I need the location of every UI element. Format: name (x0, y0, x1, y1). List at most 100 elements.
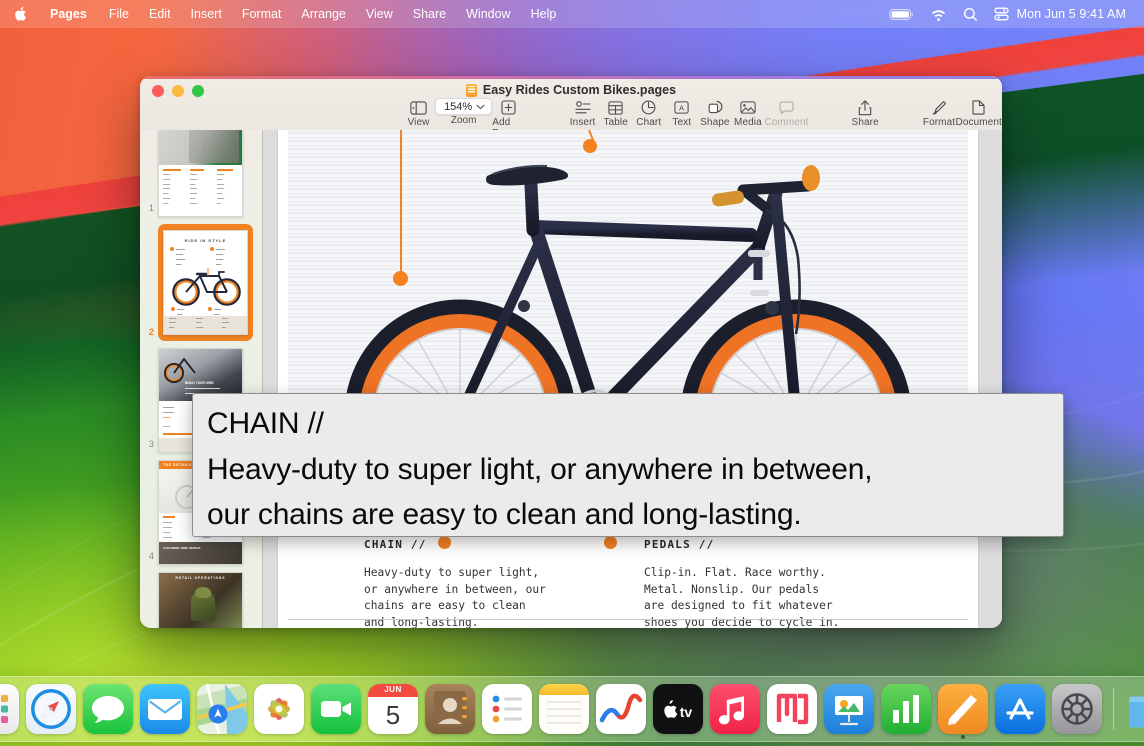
photos-icon[interactable] (254, 684, 304, 734)
thumbnail-page-2[interactable]: 2 RIDE IN STYLE ▬▬▬▬▬▬▬▬▬▬▬▬▬▬▬▬▬ ▬▬▬▬▬▬… (140, 224, 262, 341)
dock-item-facetime[interactable] (310, 684, 362, 734)
dock-item-news[interactable] (766, 684, 818, 734)
stocks-icon[interactable] (596, 684, 646, 734)
svg-text:A: A (679, 103, 685, 112)
pages-icon[interactable] (938, 684, 988, 734)
sidebar-panel-icon (410, 99, 427, 116)
calendar-icon[interactable]: JUN 5 (368, 684, 418, 734)
safari-icon[interactable] (26, 684, 76, 734)
toolbar-media-button[interactable]: Media (731, 98, 764, 128)
thumbnail-page-5[interactable]: 5 RETAIL OPERATIONS "▬▬▬▬▬▬▬▬▬,▬▬▬▬▬▬▬▬▬… (140, 572, 262, 628)
music-icon[interactable] (710, 684, 760, 734)
dock-item-reminders[interactable] (481, 684, 533, 734)
facetime-icon[interactable] (311, 684, 361, 734)
document-canvas[interactable]: CHAIN // Heavy-duty to super light, or a… (262, 130, 1002, 628)
menu-item-insert[interactable]: Insert (181, 0, 232, 28)
dock-item-downloads[interactable] (1124, 684, 1144, 734)
toolbar-zoom-control[interactable]: 154% Zoom (435, 98, 492, 126)
thumbnail-card[interactable]: BIKES CUSTOM BUILT ▬▬▬▬▬▬▬▬▬▬▬▬▬▬▬▬▬▬▬▬▬… (158, 130, 243, 217)
wifi-icon[interactable] (922, 0, 955, 28)
pages-toolbar: View 154% Zoom Add Page (140, 98, 1002, 130)
menu-item-file[interactable]: File (99, 0, 139, 28)
apple-logo-icon[interactable] (0, 6, 40, 22)
control-center-icon[interactable] (986, 0, 1017, 28)
dock-item-keynote[interactable] (823, 684, 875, 734)
launchpad-icon[interactable] (0, 684, 19, 734)
toolbar-comment-button[interactable]: Comment (764, 98, 808, 128)
toolbar-document-button[interactable]: Document (956, 98, 1002, 128)
toolbar-shape-button[interactable]: Shape (698, 98, 731, 128)
thumbnail-card[interactable]: RETAIL OPERATIONS "▬▬▬▬▬▬▬▬▬,▬▬▬▬▬▬▬▬▬▬▬… (158, 572, 243, 628)
app-store-icon[interactable] (995, 684, 1045, 734)
contacts-icon[interactable] (425, 684, 475, 734)
menubar-clock[interactable]: Mon Jun 5 9:41 AM (1017, 7, 1134, 21)
news-icon[interactable] (767, 684, 817, 734)
dock-item-numbers[interactable] (880, 684, 932, 734)
menu-item-view[interactable]: View (356, 0, 403, 28)
battery-icon[interactable] (881, 0, 922, 28)
pages-window: Easy Rides Custom Bikes.pages View 154% … (140, 76, 1002, 628)
toolbar-insert-button[interactable]: Insert (566, 98, 599, 128)
toolbar-view-button[interactable]: View (402, 98, 435, 128)
toolbar-share-button[interactable]: Share (849, 98, 882, 128)
dock-item-launchpad[interactable] (0, 684, 20, 734)
dock-item-apple-tv[interactable]: tv (652, 684, 704, 734)
document-page[interactable]: CHAIN // Heavy-duty to super light, or a… (278, 130, 978, 628)
dock-item-messages[interactable] (82, 684, 134, 734)
callout-dot-saddle[interactable] (583, 139, 597, 153)
menu-item-window[interactable]: Window (456, 0, 520, 28)
dock-item-mail[interactable] (139, 684, 191, 734)
keynote-icon[interactable] (824, 684, 874, 734)
search-icon[interactable] (955, 0, 986, 28)
toolbar-table-button[interactable]: Table (599, 98, 632, 128)
menu-item-share[interactable]: Share (403, 0, 456, 28)
dock-item-stocks[interactable] (595, 684, 647, 734)
system-settings-icon[interactable] (1052, 684, 1102, 734)
chart-icon (641, 99, 656, 116)
menu-item-format[interactable]: Format (232, 0, 292, 28)
apple-tv-icon[interactable]: tv (653, 684, 703, 734)
toolbar-text-button[interactable]: A Text (665, 98, 698, 128)
menu-item-help[interactable]: Help (521, 0, 567, 28)
zoom-dropdown-button[interactable]: 154% (435, 98, 492, 115)
dock-item-maps[interactable] (196, 684, 248, 734)
toolbar-chart-button[interactable]: Chart (632, 98, 665, 128)
toolbar-format-label: Format (923, 117, 955, 128)
dock-item-music[interactable] (709, 684, 761, 734)
thumbnail-page-1[interactable]: 1 BIKES CUSTOM BUILT ▬▬▬▬▬▬▬▬▬▬▬▬▬▬▬▬▬▬▬… (140, 130, 262, 217)
thumbnail-card[interactable]: RIDE IN STYLE ▬▬▬▬▬▬▬▬▬▬▬▬▬▬▬▬▬ ▬▬▬▬▬▬▬▬… (163, 230, 248, 335)
dock-item-photos[interactable] (253, 684, 305, 734)
dock-item-app-store[interactable] (994, 684, 1046, 734)
svg-text:tv: tv (680, 704, 693, 720)
downloads-folder-icon[interactable] (1125, 684, 1144, 734)
document-title-bar: Easy Rides Custom Bikes.pages (140, 83, 1002, 97)
notes-icon[interactable] (539, 684, 589, 734)
dock-item-pages[interactable] (937, 684, 989, 734)
dock-item-contacts[interactable] (424, 684, 476, 734)
column-pedals-dot[interactable] (604, 536, 617, 549)
toolbar-insert-label: Insert (570, 117, 596, 128)
menu-item-arrange[interactable]: Arrange (291, 0, 355, 28)
menu-item-edit[interactable]: Edit (139, 0, 181, 28)
dock-item-calendar[interactable]: JUN 5 (367, 684, 419, 734)
toolbar-table-label: Table (603, 117, 627, 128)
numbers-icon[interactable] (881, 684, 931, 734)
toolbar-document-label: Document (956, 117, 1002, 128)
messages-icon[interactable] (83, 684, 133, 734)
dock-item-system-settings[interactable] (1051, 684, 1103, 734)
toolbar-text-label: Text (672, 117, 691, 128)
reminders-icon[interactable] (482, 684, 532, 734)
maps-icon[interactable] (197, 684, 247, 734)
document-text-columns[interactable]: CHAIN // Heavy-duty to super light, or a… (278, 528, 978, 628)
toolbar-media-label: Media (734, 117, 762, 128)
column-chain-dot[interactable] (438, 536, 451, 549)
mail-icon[interactable] (140, 684, 190, 734)
thumbnail-sidebar[interactable]: 1 BIKES CUSTOM BUILT ▬▬▬▬▬▬▬▬▬▬▬▬▬▬▬▬▬▬▬… (140, 130, 262, 628)
callout-dot-chain[interactable] (393, 271, 408, 286)
dock-item-notes[interactable] (538, 684, 590, 734)
menu-bar: Pages File Edit Insert Format Arrange Vi… (0, 0, 1144, 28)
calendar-day: 5 (368, 697, 418, 734)
toolbar-format-button[interactable]: Format (922, 98, 955, 128)
dock-item-safari[interactable] (25, 684, 77, 734)
menu-item-pages[interactable]: Pages (40, 0, 99, 28)
